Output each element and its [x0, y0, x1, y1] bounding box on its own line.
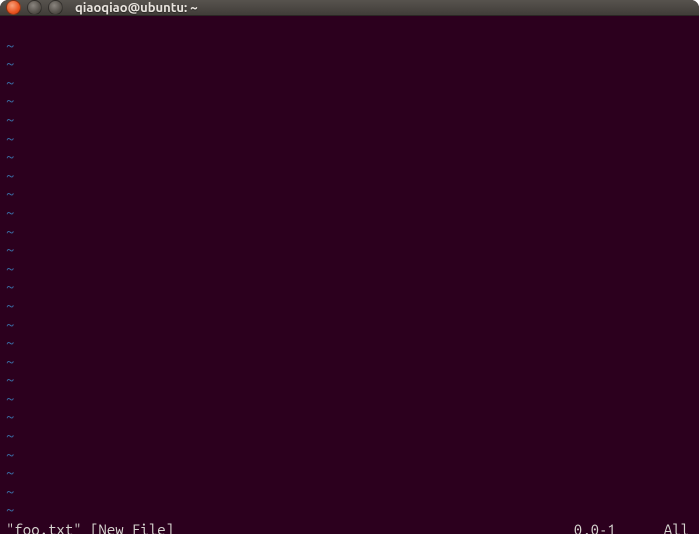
empty-line-marker: ~ [6, 278, 693, 297]
status-filename: "foo.txt" [6, 520, 82, 534]
titlebar[interactable]: qiaoqiao@ubuntu: ~ [0, 0, 699, 16]
empty-line-marker: ~ [6, 446, 693, 465]
empty-line-marker: ~ [6, 464, 693, 483]
empty-line-marker: ~ [6, 501, 693, 520]
empty-line-marker: ~ [6, 316, 693, 335]
empty-line-marker: ~ [6, 297, 693, 316]
maximize-icon[interactable] [48, 0, 63, 15]
editor-buffer[interactable]: ~~~~~~~~~~~~~~~~~~~~~~~~~~ [6, 18, 693, 520]
empty-line-marker: ~ [6, 37, 693, 56]
window-title: qiaoqiao@ubuntu: ~ [75, 1, 198, 15]
terminal-window: qiaoqiao@ubuntu: ~ ~~~~~~~~~~~~~~~~~~~~~… [0, 0, 699, 534]
terminal-viewport[interactable]: ~~~~~~~~~~~~~~~~~~~~~~~~~~ "foo.txt" [Ne… [0, 16, 699, 534]
empty-line-marker: ~ [6, 241, 693, 260]
empty-line-marker: ~ [6, 408, 693, 427]
status-spacer [174, 520, 574, 534]
empty-line-marker: ~ [6, 371, 693, 390]
empty-line-marker: ~ [6, 55, 693, 74]
empty-line-marker: ~ [6, 204, 693, 223]
empty-line-marker: ~ [6, 148, 693, 167]
empty-line-marker: ~ [6, 334, 693, 353]
empty-line-marker: ~ [6, 130, 693, 149]
empty-line-marker: ~ [6, 74, 693, 93]
close-icon[interactable] [6, 0, 21, 15]
empty-line-marker: ~ [6, 483, 693, 502]
empty-line-marker: ~ [6, 260, 693, 279]
status-percent: All [664, 520, 689, 534]
status-line: "foo.txt" [New File] 0,0-1 All [6, 520, 693, 534]
empty-line-marker: ~ [6, 390, 693, 409]
empty-line-marker: ~ [6, 185, 693, 204]
empty-line-marker: ~ [6, 427, 693, 446]
status-position: 0,0-1 [574, 520, 664, 534]
empty-line-marker: ~ [6, 111, 693, 130]
empty-line-marker: ~ [6, 92, 693, 111]
minimize-icon[interactable] [27, 0, 42, 15]
empty-line-marker: ~ [6, 353, 693, 372]
editor-line [6, 18, 693, 37]
status-gap [82, 520, 90, 534]
status-flag: [New File] [90, 520, 174, 534]
empty-line-marker: ~ [6, 223, 693, 242]
empty-line-marker: ~ [6, 167, 693, 186]
